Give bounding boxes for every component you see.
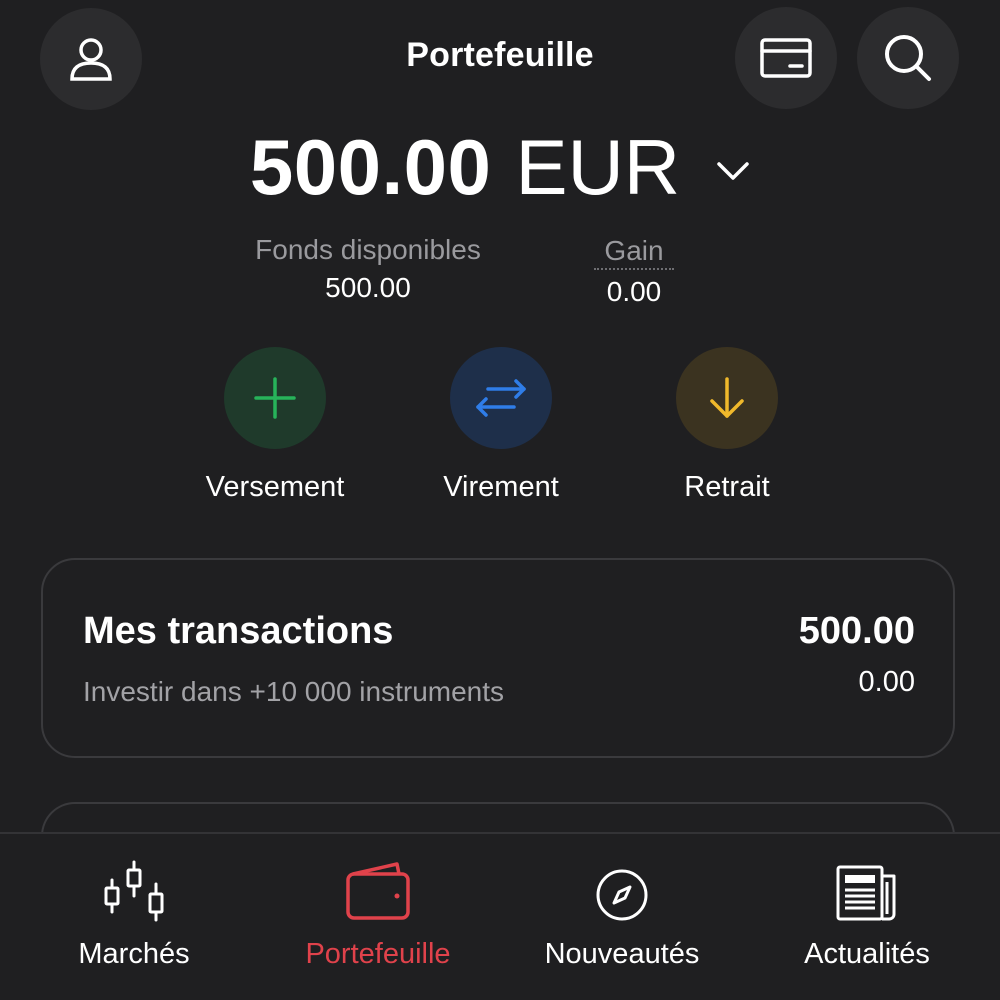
newspaper-icon (836, 865, 896, 921)
compass-icon (596, 869, 648, 921)
withdraw-button[interactable]: Retrait (617, 347, 837, 504)
swap-arrows-icon (476, 379, 526, 417)
deposit-circle (224, 347, 326, 449)
balance-currency: EUR (515, 123, 681, 211)
transfer-button[interactable]: Virement (391, 347, 611, 504)
wallet-icon (346, 862, 410, 920)
nav-label-markets: Marchés (78, 938, 190, 970)
search-button[interactable] (857, 7, 959, 109)
nav-label-updates: Actualités (804, 938, 930, 970)
transactions-title: Mes transactions (83, 610, 394, 652)
balance-amount: 500.00 (249, 123, 492, 211)
candlestick-icon (104, 860, 164, 922)
nav-item-news[interactable]: Nouveautés (502, 852, 742, 971)
nav-item-updates[interactable]: Actualités (747, 852, 987, 971)
available-funds-value: 500.00 (325, 272, 411, 303)
available-funds-label: Fonds disponibles (255, 234, 481, 265)
withdraw-label: Retrait (684, 471, 770, 503)
transactions-subtitle: Investir dans +10 000 instruments (83, 676, 505, 707)
transactions-secondary-amount: 0.00 (858, 666, 915, 698)
gain-value: 0.00 (606, 276, 662, 307)
deposit-label: Versement (205, 471, 345, 503)
nav-item-portfolio[interactable]: Portefeuille (258, 852, 498, 971)
gain-label: Gain (594, 234, 674, 270)
nav-label-portfolio: Portefeuille (305, 938, 451, 970)
bottom-navigation: Marchés Portefeuille Nouveautés Actualit… (0, 832, 1000, 1000)
page-title: Portefeuille (406, 36, 594, 74)
available-funds: Fonds disponibles 500.00 (240, 234, 496, 304)
nav-label-news: Nouveautés (544, 938, 700, 970)
transactions-card[interactable]: Mes transactions Investir dans +10 000 i… (41, 558, 955, 758)
transactions-amount: 500.00 (798, 610, 915, 652)
arrow-down-icon (710, 377, 744, 418)
search-icon (885, 35, 931, 81)
credit-card-icon (760, 38, 812, 78)
transfer-circle (450, 347, 552, 449)
deposit-button[interactable]: Versement (165, 347, 385, 504)
portfolio-screen: Portefeuille 500.00 EUR Fonds disponible… (0, 0, 1000, 1000)
gain[interactable]: Gain 0.00 (594, 234, 674, 308)
withdraw-circle (676, 347, 778, 449)
card-button[interactable] (735, 7, 837, 109)
transfer-label: Virement (443, 471, 559, 503)
plus-icon (254, 377, 296, 419)
chevron-down-icon[interactable] (716, 161, 750, 181)
balance-display[interactable]: 500.00 EUR (0, 122, 1000, 213)
nav-item-markets[interactable]: Marchés (14, 852, 254, 971)
